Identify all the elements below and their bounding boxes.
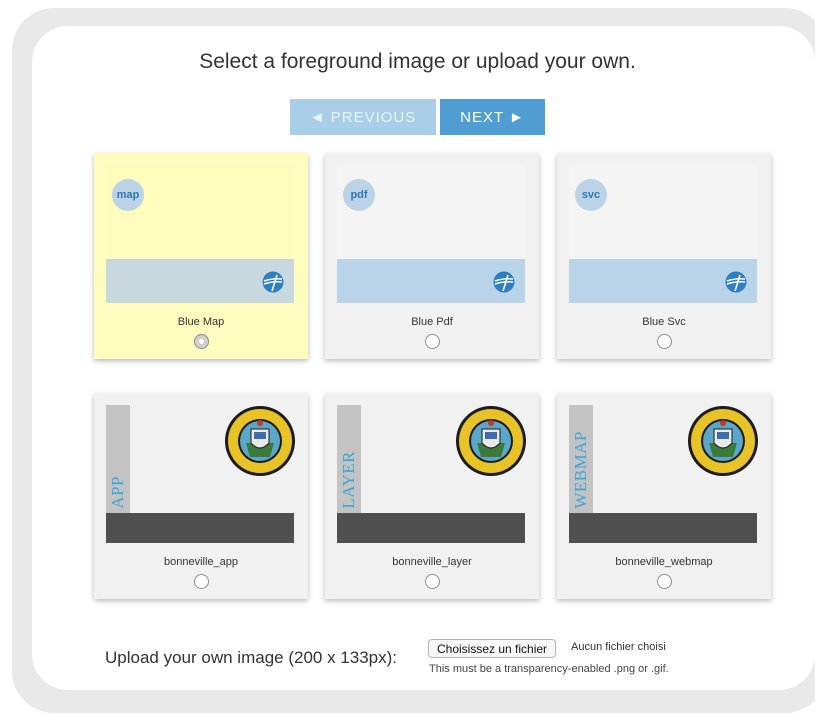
upload-label: Upload your own image (200 x 133px): bbox=[105, 648, 397, 667]
foreground-card-bonneville-layer[interactable]: LAYER bonneville_layer bbox=[325, 393, 539, 599]
card-radio[interactable] bbox=[657, 574, 672, 589]
card-label: Blue Pdf bbox=[411, 316, 453, 328]
card-thumbnail: WEBMAP bbox=[569, 405, 758, 543]
card-thumbnail: svc bbox=[569, 165, 757, 303]
bottom-bar bbox=[106, 513, 294, 543]
previous-button[interactable]: ◄ PREVIOUS bbox=[290, 99, 436, 135]
file-status: Aucun fichier choisi bbox=[571, 641, 666, 653]
foreground-card-bonneville-webmap[interactable]: WEBMAP bonneville_webmap bbox=[557, 393, 771, 599]
card-radio[interactable] bbox=[194, 334, 209, 349]
globe-logo-icon bbox=[262, 271, 284, 293]
upload-hint: This must be a transparency-enabled .png… bbox=[429, 663, 669, 675]
card-radio[interactable] bbox=[425, 334, 440, 349]
foreground-card-blue-svc[interactable]: svc Blue Svc bbox=[557, 153, 771, 359]
choose-file-button[interactable]: Choisissez un fichier bbox=[428, 639, 557, 658]
next-button[interactable]: NEXT ► bbox=[440, 99, 545, 135]
card-label: bonneville_layer bbox=[392, 556, 472, 568]
foreground-card-blue-map[interactable]: map Blue Map bbox=[94, 153, 308, 359]
card-label: bonneville_webmap bbox=[615, 556, 713, 568]
card-label: Blue Map bbox=[177, 316, 225, 328]
type-badge: svc bbox=[575, 179, 607, 211]
county-seal-icon bbox=[225, 406, 295, 476]
card-label: Blue Svc bbox=[642, 316, 686, 328]
card-thumbnail: map bbox=[106, 165, 294, 303]
card-radio[interactable] bbox=[425, 574, 440, 589]
card-radio[interactable] bbox=[194, 574, 209, 589]
vertical-title: WEBMAP bbox=[571, 431, 590, 509]
card-thumbnail: LAYER bbox=[337, 405, 526, 543]
vertical-title: APP bbox=[108, 476, 127, 509]
bottom-bar bbox=[569, 513, 757, 543]
globe-logo-icon bbox=[725, 271, 747, 293]
card-thumbnail: APP bbox=[106, 405, 295, 543]
page-title: Select a foreground image or upload your… bbox=[199, 50, 636, 73]
county-seal-icon bbox=[456, 406, 526, 476]
bottom-bar bbox=[337, 513, 525, 543]
globe-logo-icon bbox=[493, 271, 515, 293]
type-badge: map bbox=[112, 179, 144, 211]
vertical-title: LAYER bbox=[339, 451, 358, 509]
card-radio[interactable] bbox=[657, 334, 672, 349]
card-label: bonneville_app bbox=[163, 556, 238, 568]
foreground-card-blue-pdf[interactable]: pdf Blue Pdf bbox=[325, 153, 539, 359]
foreground-card-bonneville-app[interactable]: APP bonneville_app bbox=[94, 393, 308, 599]
county-seal-icon bbox=[688, 406, 758, 476]
type-badge: pdf bbox=[343, 179, 375, 211]
card-thumbnail: pdf bbox=[337, 165, 525, 303]
